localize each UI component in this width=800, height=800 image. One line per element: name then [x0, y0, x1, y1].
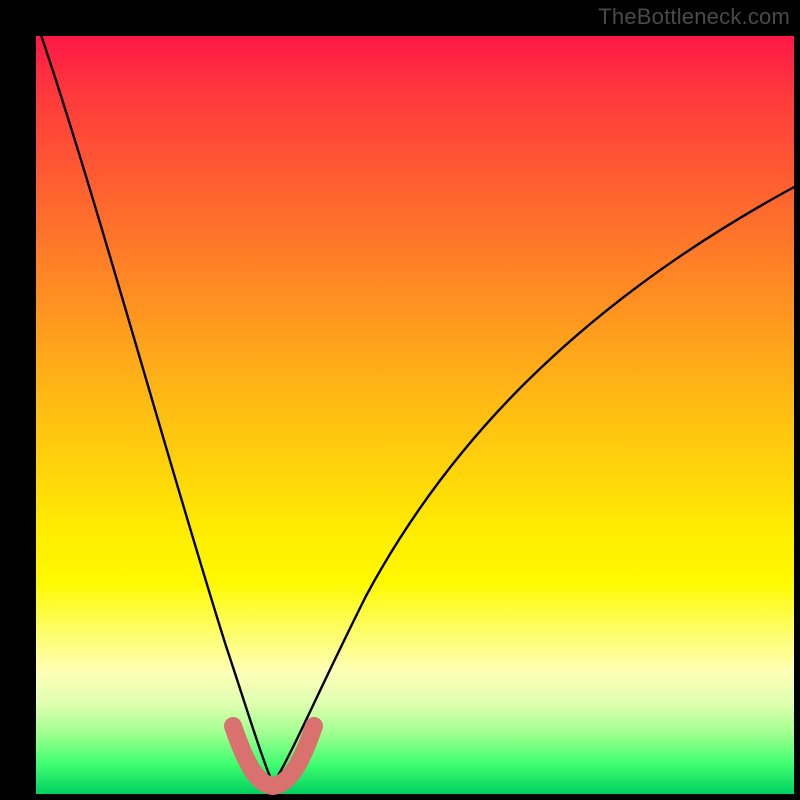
curve-left — [38, 26, 273, 784]
watermark-text: TheBottleneck.com — [598, 4, 790, 30]
plot-area — [36, 36, 794, 794]
highlight-u — [233, 726, 314, 786]
curve-right — [273, 186, 796, 784]
curve-layer — [36, 36, 794, 794]
chart-container: TheBottleneck.com — [0, 0, 800, 800]
